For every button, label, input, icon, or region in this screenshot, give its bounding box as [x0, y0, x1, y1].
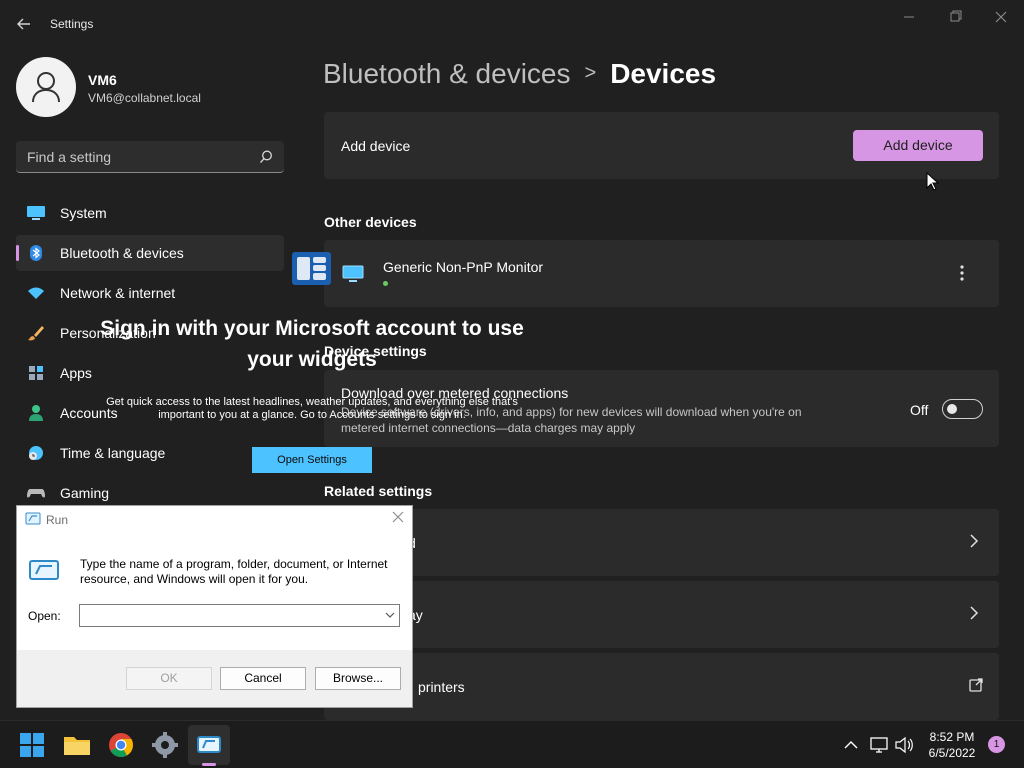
run-icon[interactable]: [193, 729, 225, 761]
clock-time: 8:52 PM: [929, 730, 975, 744]
more-options-button[interactable]: [950, 262, 974, 284]
sidebar-item-network[interactable]: Network & internet: [16, 275, 284, 311]
taskbar: 8:52 PM 6/5/2022 1: [0, 720, 1024, 768]
more-vertical-icon: [960, 265, 964, 281]
run-open-input[interactable]: [79, 604, 400, 627]
breadcrumb-separator-icon: >: [584, 62, 597, 84]
widgets-promo-text: Get quick access to the latest headlines…: [106, 396, 518, 421]
toggle-state-label: Off: [910, 402, 929, 418]
run-icon: [29, 560, 59, 580]
run-title-bar[interactable]: Run: [17, 506, 412, 534]
clock-date: 6/5/2022: [928, 746, 976, 760]
related-setting-item[interactable]: ay: [324, 581, 999, 648]
notification-badge[interactable]: 1: [988, 736, 1005, 753]
search-input[interactable]: [16, 141, 256, 172]
monitor-icon: [342, 265, 364, 282]
minimize-icon: [904, 16, 914, 18]
add-device-button[interactable]: Add device: [853, 130, 983, 161]
chevron-up-icon[interactable]: [843, 735, 859, 755]
search-box[interactable]: [16, 141, 284, 173]
avatar[interactable]: [16, 57, 76, 117]
sidebar-item-label: Apps: [60, 365, 92, 381]
search-icon[interactable]: [258, 149, 274, 165]
add-device-card: Add device Add device: [324, 112, 999, 179]
bluetooth-icon: [30, 245, 42, 261]
monitor-icon: [27, 206, 45, 220]
arrow-left-icon: [17, 18, 30, 30]
chrome-icon[interactable]: [105, 729, 137, 761]
brush-icon: [28, 326, 44, 341]
sidebar-item-label: System: [60, 205, 107, 221]
widgets-promo-title: Sign in with your Microsoft account to u…: [100, 317, 524, 371]
breadcrumb-parent[interactable]: Bluetooth & devices: [323, 58, 571, 89]
external-link-icon: [969, 678, 983, 692]
chevron-right-icon: [970, 606, 979, 620]
sidebar-item-label: Time & language: [60, 445, 166, 461]
taskbar-clock[interactable]: 8:52 PM 6/5/2022: [916, 729, 988, 761]
device-name: Generic Non-PnP Monitor: [383, 259, 544, 275]
person-icon: [32, 72, 60, 103]
run-cancel-button[interactable]: Cancel: [220, 667, 306, 690]
close-button[interactable]: [991, 8, 1011, 26]
chevron-down-icon[interactable]: [385, 608, 395, 622]
run-browse-button[interactable]: Browse...: [315, 667, 401, 690]
metered-toggle[interactable]: [942, 399, 983, 419]
start-icon[interactable]: [16, 729, 48, 761]
run-ok-button[interactable]: OK: [126, 667, 212, 690]
open-settings-button[interactable]: Open Settings: [252, 447, 372, 473]
close-icon: [995, 11, 1007, 23]
run-close-button[interactable]: [389, 510, 407, 529]
maximize-button[interactable]: [945, 8, 965, 26]
run-dialog: Run Type the name of a program, folder, …: [16, 505, 413, 708]
minimize-button[interactable]: [899, 8, 919, 26]
close-icon: [392, 511, 404, 523]
chevron-right-icon: [970, 534, 979, 548]
toggle-knob: [947, 404, 957, 414]
sidebar-item-bluetooth-devices[interactable]: Bluetooth & devices: [16, 235, 284, 271]
file-explorer-icon[interactable]: [61, 729, 93, 761]
title-bar: Settings: [0, 0, 1024, 48]
related-setting-item[interactable]: d: [324, 509, 999, 576]
apps-icon: [29, 366, 43, 380]
user-email: VM6@collabnet.local: [88, 91, 201, 105]
sidebar-item-system[interactable]: System: [16, 195, 284, 231]
breadcrumb: Bluetooth & devices > Devices: [323, 58, 716, 90]
selection-indicator: [16, 245, 19, 261]
settings-icon[interactable]: [149, 729, 181, 761]
run-icon: [25, 512, 41, 525]
active-app-indicator: [202, 763, 216, 766]
sidebar-item-time-language[interactable]: Time & language: [16, 435, 284, 471]
related-setting-label: printers: [418, 679, 465, 695]
other-devices-heading: Other devices: [324, 214, 417, 230]
person-icon: [29, 405, 43, 421]
sidebar-item-label: Network & internet: [60, 285, 176, 301]
device-card-monitor[interactable]: Generic Non-PnP Monitor: [324, 240, 999, 307]
sidebar-item-label: Bluetooth & devices: [60, 245, 184, 261]
run-open-label: Open:: [28, 609, 61, 623]
app-title: Settings: [50, 17, 94, 31]
run-description: Type the name of a program, folder, docu…: [80, 557, 388, 586]
related-settings-heading: Related settings: [324, 483, 433, 499]
run-body: Type the name of a program, folder, docu…: [17, 534, 412, 650]
gamepad-icon: [27, 489, 45, 498]
clock-globe-icon: [29, 446, 43, 460]
network-icon[interactable]: [869, 735, 889, 755]
mouse-cursor-icon: [926, 172, 940, 191]
status-dot: [383, 281, 388, 286]
user-name: VM6: [88, 72, 117, 88]
back-button[interactable]: [14, 14, 34, 34]
widgets-logo-icon: [292, 252, 331, 285]
sidebar-item-label: Gaming: [60, 485, 110, 501]
wifi-icon: [28, 287, 44, 299]
page-title: Devices: [610, 58, 717, 89]
restore-icon: [950, 10, 962, 22]
related-setting-item[interactable]: printers: [324, 653, 999, 720]
volume-icon[interactable]: [894, 735, 914, 755]
run-title: Run: [46, 513, 69, 527]
add-device-label: Add device: [341, 138, 411, 154]
